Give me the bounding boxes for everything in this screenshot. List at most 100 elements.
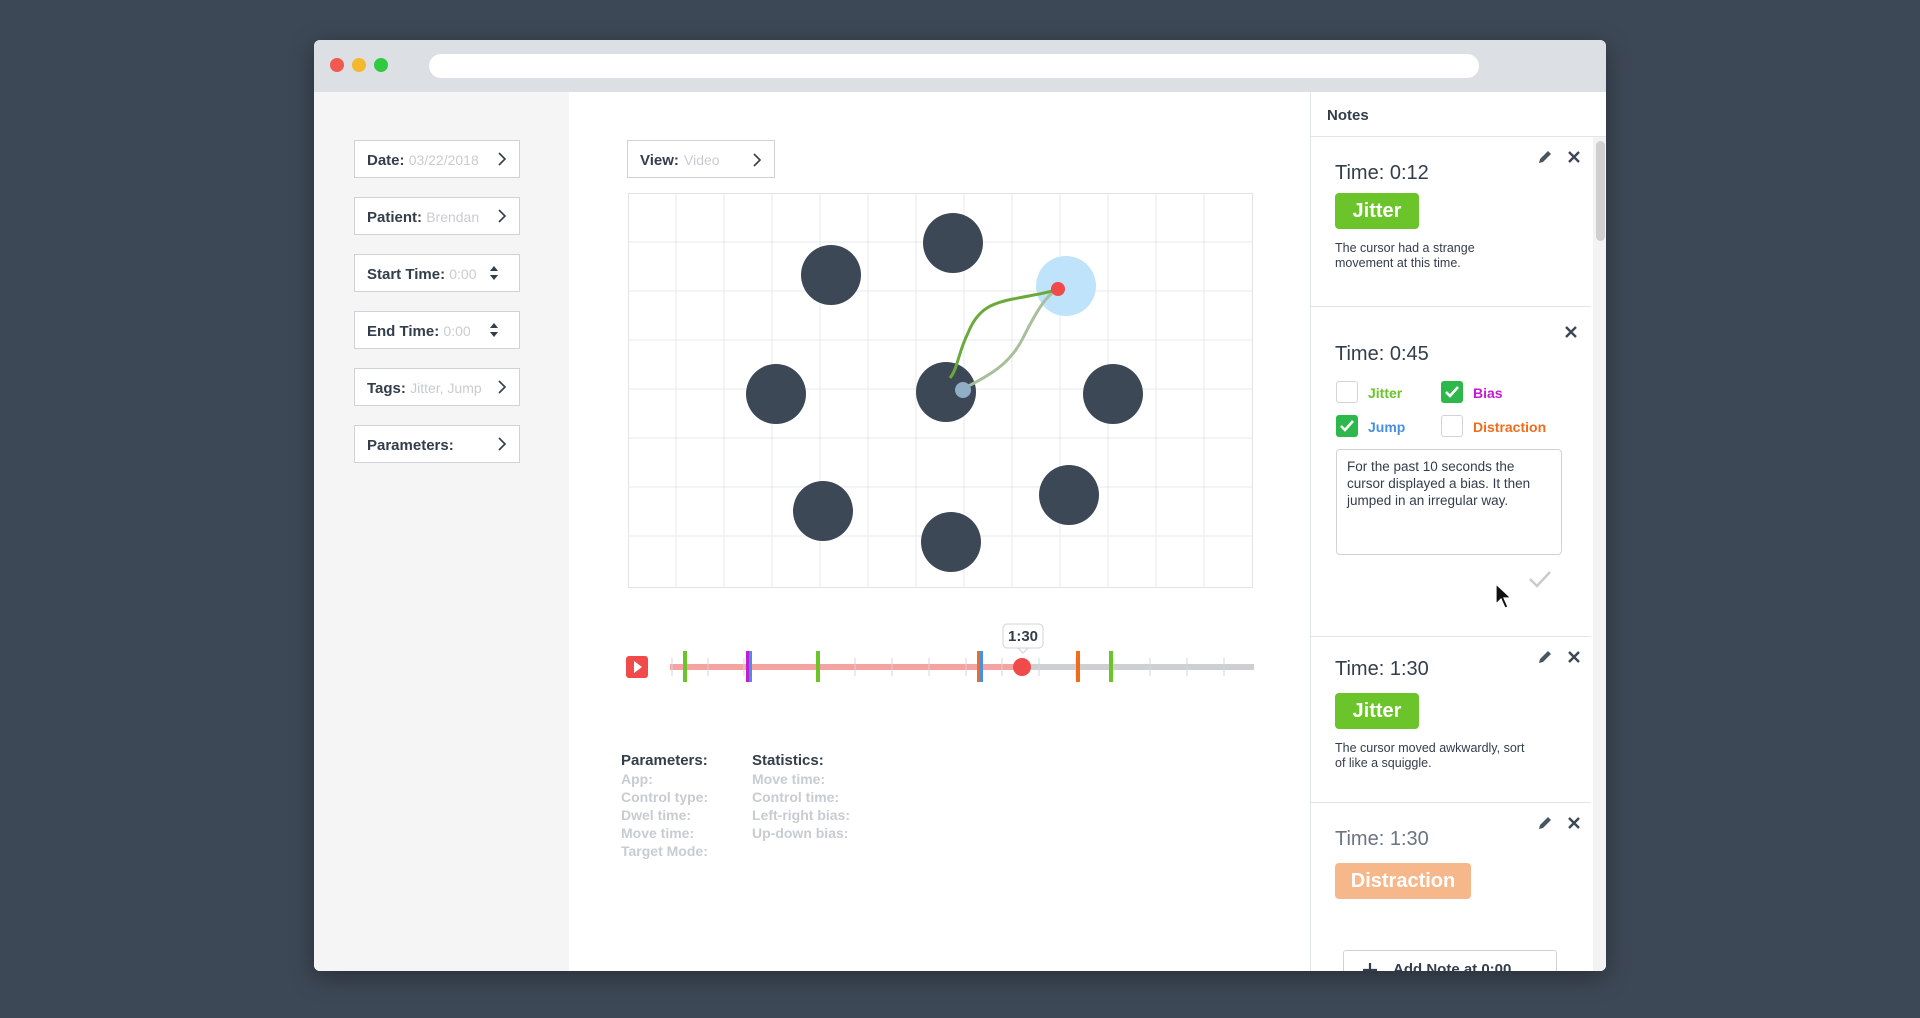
target-circle[interactable]: [746, 364, 806, 424]
parameters-field[interactable]: Parameters:: [354, 425, 520, 463]
note-card: Time: 1:30 Distraction: [1311, 803, 1591, 971]
chevron-right-icon: [498, 209, 507, 223]
main-area: View: Video 1:30 Parameters: App: Contro…: [569, 92, 1325, 971]
checkmark-icon: [1445, 386, 1459, 398]
notes-header: Notes: [1311, 92, 1606, 137]
view-label: View:: [640, 152, 679, 169]
stepper-icon[interactable]: [489, 264, 499, 282]
statistics-title: Statistics:: [752, 752, 824, 769]
checkbox-jitter[interactable]: [1336, 381, 1358, 403]
date-label: Date:: [367, 152, 405, 169]
param-target-mode: Target Mode:: [621, 843, 708, 859]
minimize-window-button[interactable]: [352, 58, 366, 72]
start-time-field[interactable]: Start Time: 0:00: [354, 254, 520, 292]
note-textarea[interactable]: For the past 10 seconds the cursor displ…: [1336, 449, 1562, 555]
close-icon[interactable]: [1567, 650, 1581, 664]
cursor-start-point: [955, 382, 971, 398]
target-circle[interactable]: [1083, 364, 1143, 424]
close-icon[interactable]: [1564, 325, 1578, 339]
notes-title: Notes: [1327, 107, 1369, 124]
param-app: App:: [621, 771, 653, 787]
start-time-label: Start Time:: [367, 266, 446, 283]
checkbox-distraction-label: Distraction: [1473, 419, 1547, 435]
target-circle[interactable]: [1039, 465, 1099, 525]
add-note-label: Add Note at 0:00: [1393, 961, 1512, 971]
patient-field[interactable]: Patient: Brendan: [354, 197, 520, 235]
confirm-check-icon[interactable]: [1527, 569, 1553, 589]
marker-bias[interactable]: [746, 651, 749, 682]
timeline[interactable]: 1:30: [624, 622, 1254, 682]
notes-panel: Notes Time: 0:12 Jitter The cursor had a…: [1310, 92, 1606, 971]
start-time-value: 0:00: [449, 266, 477, 282]
checkbox-bias-label: Bias: [1473, 385, 1503, 401]
marker-jump[interactable]: [980, 651, 983, 682]
cursor-trace-canvas[interactable]: [628, 193, 1253, 588]
target-circle[interactable]: [793, 481, 853, 541]
add-note-button[interactable]: Add Note at 0:00: [1343, 950, 1557, 971]
stepper-icon[interactable]: [489, 321, 499, 339]
tooltip-pointer: [1016, 647, 1030, 654]
marker-jitter[interactable]: [1109, 651, 1113, 682]
marker-distraction[interactable]: [1076, 651, 1080, 682]
patient-value: Brendan: [426, 209, 480, 225]
close-icon[interactable]: [1567, 816, 1581, 830]
plus-icon: [1363, 963, 1377, 971]
maximize-window-button[interactable]: [374, 58, 388, 72]
stat-control-time: Control time:: [752, 789, 840, 805]
checkbox-jitter-label: Jitter: [1368, 385, 1403, 401]
tags-label: Tags:: [367, 380, 406, 397]
param-move-time: Move time:: [621, 825, 695, 841]
tag-jitter-badge: Jitter: [1335, 193, 1419, 229]
checkbox-jump-label: Jump: [1368, 419, 1406, 435]
parameters-title: Parameters:: [621, 752, 708, 769]
view-value: Video: [684, 152, 720, 168]
param-control-type: Control type:: [621, 789, 709, 805]
patient-label: Patient:: [367, 209, 423, 226]
stat-up-down-bias: Up-down bias:: [752, 825, 849, 841]
note-time: Time: 1:30: [1335, 658, 1429, 680]
notes-scrollbar-thumb[interactable]: [1596, 141, 1605, 241]
stat-move-time: Move time:: [752, 771, 826, 787]
parameters-label: Parameters:: [367, 437, 454, 454]
marker-jump[interactable]: [749, 651, 752, 682]
marker-jitter[interactable]: [683, 651, 687, 682]
edit-pencil-icon[interactable]: [1537, 149, 1553, 165]
checkbox-bias[interactable]: [1441, 381, 1463, 403]
note-time: Time: 0:12: [1335, 162, 1429, 184]
target-circle[interactable]: [921, 512, 981, 572]
note-text: The cursor had a strange movement at thi…: [1335, 241, 1475, 270]
edit-pencil-icon[interactable]: [1537, 815, 1553, 831]
note-text: The cursor moved awkwardly, sort of like…: [1335, 741, 1525, 770]
chevron-right-icon: [498, 380, 507, 394]
close-icon[interactable]: [1567, 150, 1581, 164]
view-selector[interactable]: View: Video: [627, 140, 775, 178]
tag-jitter-badge: Jitter: [1335, 693, 1419, 729]
target-circle[interactable]: [801, 245, 861, 305]
marker-distraction[interactable]: [977, 651, 980, 682]
mouse-cursor-icon: [1495, 582, 1513, 609]
checkbox-jump[interactable]: [1336, 415, 1358, 437]
notes-scrollbar-track[interactable]: [1593, 137, 1606, 971]
address-bar[interactable]: [429, 54, 1479, 78]
close-window-button[interactable]: [330, 58, 344, 72]
chevron-right-icon: [498, 437, 507, 451]
date-field[interactable]: Date: 03/22/2018: [354, 140, 520, 178]
marker-jitter[interactable]: [816, 651, 820, 682]
title-bar: [314, 40, 1606, 92]
end-time-field[interactable]: End Time: 0:00: [354, 311, 520, 349]
edit-pencil-icon[interactable]: [1537, 649, 1553, 665]
playhead[interactable]: [1013, 658, 1031, 676]
cursor-current-point: [1051, 282, 1065, 296]
tags-field[interactable]: Tags: Jitter, Jump: [354, 368, 520, 406]
note-time: Time: 0:45: [1335, 343, 1429, 365]
tags-value: Jitter, Jump: [410, 380, 482, 396]
stat-left-right-bias: Left-right bias:: [752, 807, 850, 823]
note-card: Time: 0:12 Jitter The cursor had a stran…: [1311, 137, 1591, 307]
active-target-circle[interactable]: [1036, 256, 1096, 316]
browser-window: Date: 03/22/2018 Patient: Brendan Start …: [314, 40, 1606, 971]
checkbox-distraction[interactable]: [1441, 415, 1463, 437]
end-time-value: 0:00: [443, 323, 471, 339]
end-time-label: End Time:: [367, 323, 440, 340]
date-value: 03/22/2018: [408, 152, 479, 168]
target-circle[interactable]: [923, 213, 983, 273]
